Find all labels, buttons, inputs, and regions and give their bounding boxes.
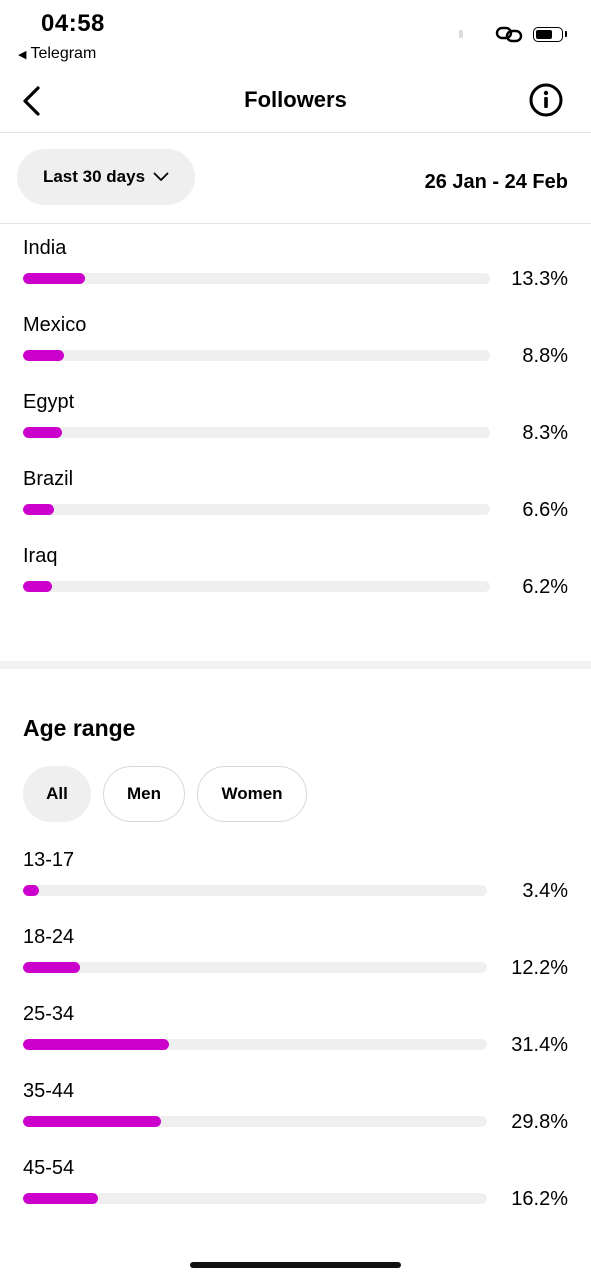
bar-track <box>23 427 490 438</box>
filter-row: Last 30 days 26 Jan - 24 Feb <box>0 133 591 224</box>
bar-fill <box>23 427 62 438</box>
country-label: Iraq <box>23 545 58 567</box>
info-icon <box>529 83 563 117</box>
age-row: 45-54 16.2% <box>23 1156 568 1216</box>
bar-track <box>23 1116 487 1127</box>
country-percent: 6.2% <box>522 576 568 598</box>
info-button[interactable] <box>529 83 563 117</box>
bar-track <box>23 581 490 592</box>
age-label: 13-17 <box>23 849 75 871</box>
age-row: 25-34 31.4% <box>23 1002 568 1062</box>
bar-track <box>23 962 487 973</box>
link-icon <box>495 26 523 43</box>
country-percent: 6.6% <box>522 499 568 521</box>
country-label: Egypt <box>23 391 75 413</box>
country-row: Egypt 8.3% <box>23 390 568 450</box>
bar-track <box>23 1193 487 1204</box>
back-triangle-icon: ◀ <box>18 48 27 61</box>
bar-track <box>23 504 490 515</box>
bar-fill <box>23 273 86 284</box>
status-icons <box>459 24 567 44</box>
date-range-text: 26 Jan - 24 Feb <box>424 171 568 193</box>
home-indicator[interactable] <box>190 1262 401 1268</box>
age-label: 35-44 <box>23 1080 75 1102</box>
country-label: Mexico <box>23 314 87 336</box>
country-percent: 8.8% <box>522 345 568 367</box>
age-percent: 12.2% <box>511 957 568 979</box>
date-range-dropdown[interactable]: Last 30 days <box>17 149 195 205</box>
signal-dot-icon <box>459 30 463 38</box>
country-row: Mexico 8.8% <box>23 313 568 373</box>
bar-fill <box>23 1116 162 1127</box>
tab-men[interactable]: Men <box>103 766 185 822</box>
bar-fill <box>23 1193 99 1204</box>
age-row: 35-44 29.8% <box>23 1079 568 1139</box>
age-row: 18-24 12.2% <box>23 925 568 985</box>
age-label: 18-24 <box>23 926 75 948</box>
bar-track <box>23 350 490 361</box>
age-percent: 29.8% <box>511 1111 568 1133</box>
country-percent: 8.3% <box>522 422 568 444</box>
country-label: Brazil <box>23 468 74 490</box>
country-row: India 13.3% <box>23 236 568 296</box>
age-row: 13-17 3.4% <box>23 848 568 908</box>
bar-fill <box>23 885 39 896</box>
country-row: Iraq 6.2% <box>23 544 568 604</box>
bar-fill <box>23 962 80 973</box>
age-percent: 16.2% <box>511 1188 568 1210</box>
age-percent: 3.4% <box>522 880 568 902</box>
bar-track <box>23 885 487 896</box>
age-range-title: Age range <box>23 715 136 741</box>
age-label: 45-54 <box>23 1157 75 1179</box>
top-nav-bar: Followers <box>0 70 591 133</box>
tab-all[interactable]: All <box>23 766 91 822</box>
bar-track <box>23 1039 487 1050</box>
bar-fill <box>23 581 52 592</box>
bar-track <box>23 273 490 284</box>
tab-women[interactable]: Women <box>197 766 307 822</box>
country-percent: 13.3% <box>511 268 568 290</box>
status-time: 04:58 <box>41 10 105 37</box>
bar-fill <box>23 1039 169 1050</box>
back-to-app-link[interactable]: ◀ Telegram <box>18 45 96 63</box>
age-percent: 31.4% <box>511 1034 568 1056</box>
date-range-dropdown-label: Last 30 days <box>42 167 146 186</box>
bar-fill <box>23 350 65 361</box>
chevron-down-icon <box>153 172 169 181</box>
age-label: 25-34 <box>23 1003 75 1025</box>
section-divider <box>0 661 591 669</box>
back-app-label: Telegram <box>30 45 97 62</box>
battery-icon <box>533 26 563 42</box>
bar-fill <box>23 504 54 515</box>
country-row: Brazil 6.6% <box>23 467 568 527</box>
battery-tip <box>565 31 567 37</box>
page-title: Followers <box>244 87 347 112</box>
country-label: India <box>23 237 67 259</box>
